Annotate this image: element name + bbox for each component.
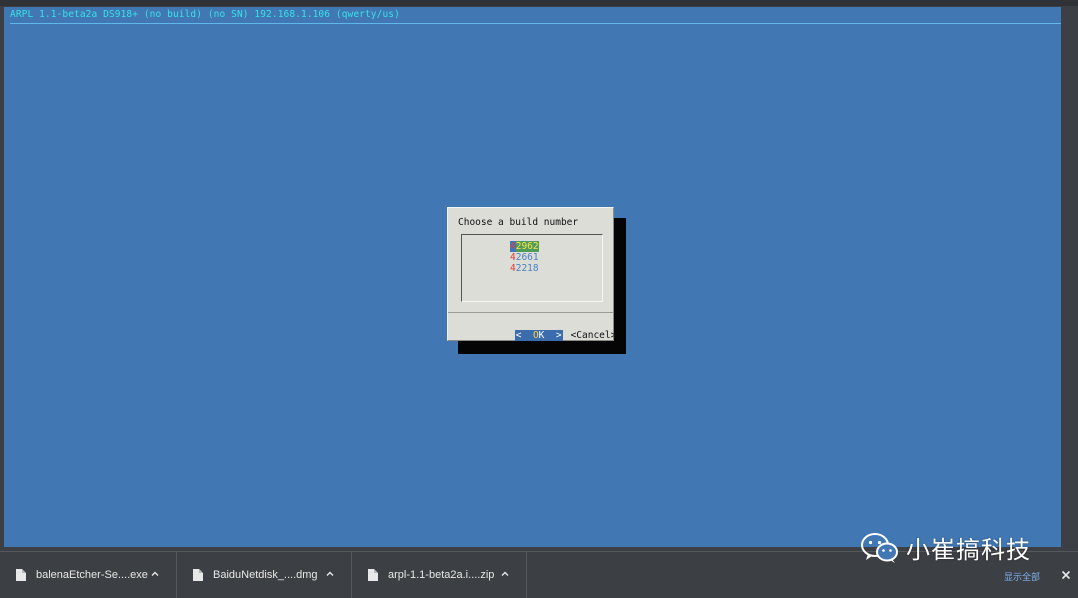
dialog-buttons: < OK > <Cancel> <box>469 319 616 352</box>
dialog-title: Choose a build number <box>458 217 579 228</box>
download-item[interactable]: BaiduNetdisk_....dmg <box>177 552 352 598</box>
watermark: 小崔搞科技 <box>860 530 1031 565</box>
file-icon <box>16 569 26 581</box>
close-icon[interactable] <box>1060 569 1072 581</box>
ok-button-left: < <box>515 330 533 341</box>
window-right-gutter <box>1061 7 1078 547</box>
terminal-title: ARPL 1.1-beta2a DS918+ (no build) (no SN… <box>10 9 400 20</box>
ok-button-right: > <box>544 330 562 341</box>
build-option-label: 2661 <box>515 252 539 263</box>
build-option[interactable]: 42218 <box>510 263 539 274</box>
build-option-label: 2218 <box>515 263 539 274</box>
file-icon <box>193 569 203 581</box>
menu-items: 42962 42661 42218 <box>510 241 539 274</box>
download-item[interactable]: balenaEtcher-Se....exe <box>0 552 177 598</box>
download-item[interactable]: arpl-1.1-beta2a.i....zip <box>352 552 527 598</box>
build-number-dialog: Choose a build number 42962 42661 42218 < … <box>447 207 616 341</box>
watermark-text: 小崔搞科技 <box>906 536 1031 564</box>
ok-button[interactable]: < OK > <box>514 330 563 341</box>
build-option[interactable]: 42661 <box>510 252 539 263</box>
dialog-separator <box>448 312 613 313</box>
chevron-up-icon[interactable] <box>325 569 335 579</box>
cancel-button[interactable]: <Cancel> <box>571 330 617 341</box>
build-menu-list: 42962 42661 42218 <box>461 234 603 302</box>
terminal-window[interactable]: ARPL 1.1-beta2a DS918+ (no build) (no SN… <box>4 7 1061 547</box>
download-filename: arpl-1.1-beta2a.i....zip <box>388 569 495 581</box>
screen: ARPL 1.1-beta2a DS918+ (no build) (no SN… <box>0 0 1078 598</box>
window-top-strip <box>0 0 1078 6</box>
download-filename: BaiduNetdisk_....dmg <box>213 569 318 581</box>
download-filename: balenaEtcher-Se....exe <box>36 569 148 581</box>
terminal-title-rule <box>10 23 1061 24</box>
build-option[interactable]: 42962 <box>510 241 539 252</box>
build-option-label: 2962 <box>515 241 539 252</box>
show-all-downloads-link[interactable]: 显示全部 <box>1004 570 1040 583</box>
chevron-up-icon[interactable] <box>150 569 160 579</box>
file-icon <box>368 569 378 581</box>
chevron-up-icon[interactable] <box>500 569 510 579</box>
build-option-hotkey: 4 <box>510 241 516 252</box>
wechat-logo-icon <box>861 532 898 563</box>
